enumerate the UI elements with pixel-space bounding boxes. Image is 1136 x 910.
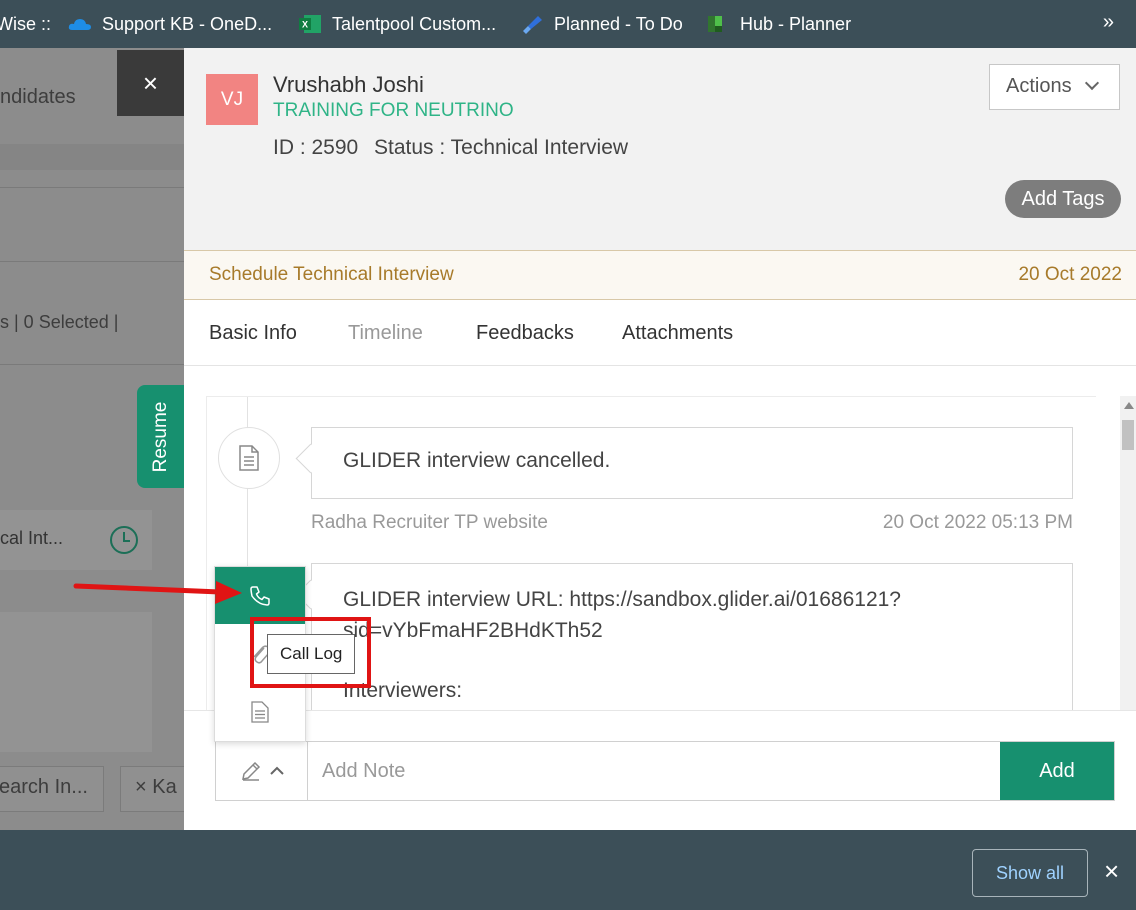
add-tags-button[interactable]: Add Tags — [1005, 180, 1121, 218]
background-filter-chip: × Ka — [120, 766, 184, 812]
excel-icon: X — [299, 15, 321, 33]
timeline-item-text: sid=vYbFmaHF2BHdKTh52 — [343, 619, 603, 642]
bookmarks-bar: Wise :: Support KB - OneD... X Talentpoo… — [0, 0, 1136, 48]
background-selected-count: s | 0 Selected | — [0, 312, 119, 332]
candidate-header: VJ Vrushabh Joshi TRAINING FOR NEUTRINO … — [184, 48, 1136, 250]
note-composer: Add — [184, 710, 1136, 830]
bookmark-label: Hub - Planner — [740, 13, 852, 34]
avatar: VJ — [206, 74, 258, 125]
timeline-item-text: GLIDER interview URL: https://sandbox.gl… — [343, 588, 901, 611]
note-box: Add — [215, 741, 1115, 801]
timeline-item-author: Radha Recruiter TP website — [311, 512, 548, 533]
actions-dropdown[interactable]: Actions — [989, 64, 1120, 110]
divider — [0, 187, 184, 188]
note-type-selector[interactable] — [216, 742, 308, 800]
todo-icon — [523, 16, 542, 34]
show-all-button[interactable]: Show all — [972, 849, 1088, 897]
tab-basic-info[interactable]: Basic Info — [209, 322, 297, 345]
timeline-item: GLIDER interview cancelled. — [311, 427, 1073, 499]
chevron-down-icon — [1084, 75, 1100, 91]
timeline-scrollbar[interactable] — [1120, 396, 1136, 716]
bookmark-label: Support KB - OneD... — [102, 13, 273, 34]
candidate-status: Status : Technical Interview — [374, 136, 629, 159]
bookmark-talentpool[interactable]: X Talentpool Custom... — [298, 0, 496, 48]
divider — [0, 261, 184, 262]
bookmark-label: Talentpool Custom... — [332, 13, 497, 34]
timeline-item-icon — [218, 427, 280, 489]
bookmarks-overflow-button[interactable]: » — [1103, 11, 1114, 34]
actions-label: Actions — [1006, 75, 1072, 97]
resume-tab-label: Resume — [149, 401, 171, 472]
tab-timeline[interactable]: Timeline — [348, 322, 423, 345]
background-card-text: cal Int... — [0, 528, 64, 548]
divider — [0, 364, 184, 365]
close-panel-button[interactable]: × — [117, 50, 184, 116]
scroll-up-icon[interactable] — [1124, 402, 1134, 409]
panel-tabs: Basic Info Timeline Feedbacks Attachment… — [184, 300, 1136, 366]
timeline-item-time: 20 Oct 2022 05:13 PM — [882, 512, 1073, 533]
scrollbar-thumb[interactable] — [1122, 420, 1134, 450]
tab-attachments[interactable]: Attachments — [622, 322, 733, 345]
highlight-box — [250, 617, 371, 688]
clock-icon — [110, 526, 138, 554]
background-search: earch In... — [0, 766, 104, 812]
add-note-button[interactable]: Add — [1000, 742, 1114, 800]
red-arrow-annotation — [73, 581, 242, 604]
candidate-panel: VJ Vrushabh Joshi TRAINING FOR NEUTRINO … — [184, 48, 1136, 830]
candidate-name: Vrushabh Joshi — [273, 72, 424, 97]
timeline-item-text: GLIDER interview cancelled. — [343, 449, 611, 472]
schedule-bar[interactable]: Schedule Technical Interview 20 Oct 2022 — [184, 250, 1136, 300]
background-card — [0, 612, 152, 752]
candidate-job[interactable]: TRAINING FOR NEUTRINO — [273, 100, 514, 122]
bookmark-support-kb[interactable]: Support KB - OneD... — [68, 0, 272, 48]
schedule-title: Schedule Technical Interview — [209, 264, 454, 285]
timeline-item-meta: Radha Recruiter TP website 20 Oct 2022 0… — [311, 512, 1073, 534]
candidate-id: ID : 2590 — [273, 136, 359, 159]
tab-feedbacks[interactable]: Feedbacks — [476, 322, 574, 345]
bookmark-planned-todo[interactable]: Planned - To Do — [520, 0, 683, 48]
timeline-item: GLIDER interview URL: https://sandbox.gl… — [311, 563, 1073, 715]
timeline-item-text: Interviewers: — [343, 679, 463, 702]
add-note-input[interactable] — [308, 742, 1000, 800]
download-bar: Show all × — [0, 830, 1136, 910]
document-icon — [251, 700, 269, 723]
bookmark-label: Wise :: — [0, 13, 52, 34]
pencil-icon — [241, 761, 260, 781]
document-icon — [239, 445, 259, 471]
bookmark-label: Planned - To Do — [554, 13, 683, 34]
background-tab-label: ndidates — [0, 86, 76, 108]
phone-icon — [250, 585, 270, 606]
svg-text:X: X — [302, 20, 308, 30]
note-type-note[interactable] — [215, 683, 305, 740]
close-download-bar-button[interactable]: × — [1104, 858, 1119, 884]
resume-tab[interactable]: Resume — [137, 385, 184, 488]
background-band — [0, 144, 184, 170]
bookmark-wise[interactable]: Wise :: — [0, 0, 51, 48]
chevron-up-icon — [269, 766, 284, 775]
onedrive-cloud-icon — [68, 19, 91, 30]
planner-icon — [708, 16, 722, 32]
bookmark-hub-planner[interactable]: Hub - Planner — [706, 0, 851, 48]
schedule-date: 20 Oct 2022 — [1018, 264, 1122, 285]
